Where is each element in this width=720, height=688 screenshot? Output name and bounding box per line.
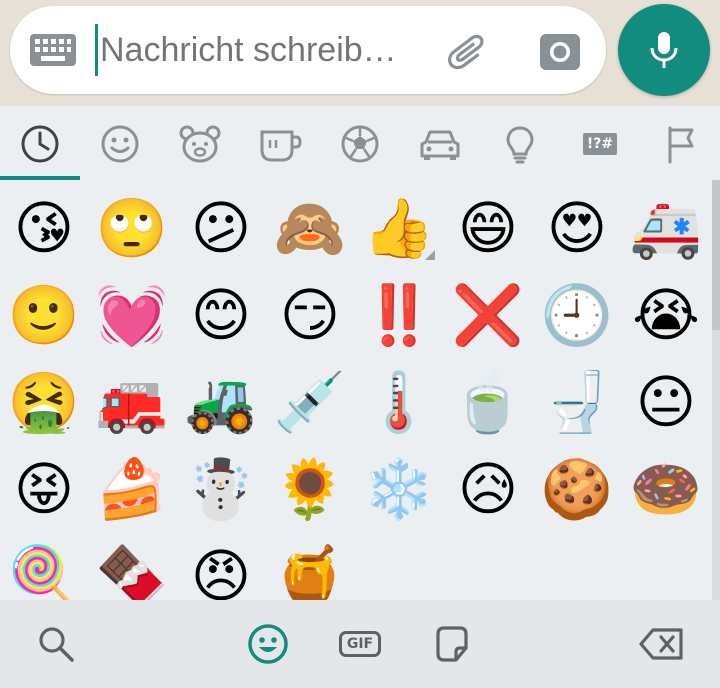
category-food-icon[interactable] bbox=[254, 118, 306, 170]
emoji-item[interactable]: 😍 bbox=[533, 184, 621, 272]
bottom-toolbar: GIF bbox=[0, 600, 720, 688]
emoji-item[interactable]: ❄️ bbox=[355, 445, 443, 533]
category-travel-icon[interactable] bbox=[414, 118, 466, 170]
emoji-item[interactable]: 😭 bbox=[622, 271, 710, 359]
emoji-item[interactable]: 🤮 bbox=[0, 358, 88, 446]
emoji-item[interactable]: 😄 bbox=[444, 184, 532, 272]
message-composer[interactable] bbox=[10, 6, 606, 94]
emoji-item[interactable]: 🕘 bbox=[533, 271, 621, 359]
emoji-item[interactable]: 😠 bbox=[177, 532, 265, 600]
emoji-item[interactable]: 💉 bbox=[266, 358, 354, 446]
emoji-item[interactable]: 🍯 bbox=[266, 532, 354, 600]
emoji-item[interactable]: 😘 bbox=[0, 184, 88, 272]
emoji-item[interactable]: ❌ bbox=[444, 271, 532, 359]
emoji-item[interactable]: 😝 bbox=[0, 445, 88, 533]
emoji-item[interactable]: 🚒 bbox=[88, 358, 176, 446]
voice-record-button[interactable] bbox=[618, 4, 710, 96]
category-flags-icon[interactable] bbox=[654, 118, 706, 170]
microphone-icon bbox=[650, 32, 678, 68]
emoji-item[interactable]: 😕 bbox=[177, 184, 265, 272]
emoji-item[interactable]: 🍪 bbox=[533, 445, 621, 533]
emoji-item[interactable]: 😥 bbox=[444, 445, 532, 533]
emoji-item[interactable]: 🍰 bbox=[88, 445, 176, 533]
emoji-item[interactable]: 💓 bbox=[88, 271, 176, 359]
backspace-icon[interactable] bbox=[638, 620, 686, 668]
emoji-item[interactable]: 😏 bbox=[266, 271, 354, 359]
emoji-item[interactable]: 🚽 bbox=[533, 358, 621, 446]
active-category-indicator bbox=[0, 176, 80, 180]
category-symbols-icon[interactable]: !?# bbox=[574, 118, 626, 170]
text-cursor bbox=[95, 24, 98, 76]
emoji-item[interactable]: 🌻 bbox=[266, 445, 354, 533]
gif-label: GIF bbox=[338, 631, 382, 657]
skin-tone-indicator bbox=[425, 250, 435, 260]
emoji-item[interactable]: 🍭 bbox=[0, 532, 88, 600]
emoji-item[interactable]: 🍫 bbox=[88, 532, 176, 600]
emoji-item[interactable]: 🚜 bbox=[177, 358, 265, 446]
emoji-icon[interactable] bbox=[244, 620, 292, 668]
category-symbols-label: !?# bbox=[582, 133, 618, 155]
message-input[interactable] bbox=[100, 22, 430, 78]
emoji-grid: 😘 🙄 😕 🙈 👍 😄 😍 🚑 🙂 💓 😊 😏 ‼️ ❌ 🕘 😭 🤮 🚒 🚜 💉 🌡️ 🍵 🚽 😐 😝 🍰 ☃️ 🌻 ❄️ 😥 🍪 🍩 🍭 🍫 😠 🍯 bbox=[0, 184, 712, 600]
scrollbar-thumb[interactable] bbox=[712, 180, 720, 330]
emoji-item[interactable]: 🚑 bbox=[622, 184, 710, 272]
search-icon[interactable] bbox=[32, 620, 80, 668]
emoji-item[interactable]: 🙄 bbox=[88, 184, 176, 272]
emoji-item[interactable]: 🙈 bbox=[266, 184, 354, 272]
keyboard-icon[interactable] bbox=[30, 34, 76, 66]
emoji-item[interactable]: 🍩 bbox=[622, 445, 710, 533]
category-objects-icon[interactable] bbox=[494, 118, 546, 170]
emoji-category-bar: !?# bbox=[0, 106, 720, 180]
emoji-item[interactable]: 🙂 bbox=[0, 271, 88, 359]
camera-icon[interactable] bbox=[538, 32, 582, 72]
emoji-item[interactable]: ☃️ bbox=[177, 445, 265, 533]
sticker-icon[interactable] bbox=[428, 620, 476, 668]
category-smileys-icon[interactable] bbox=[94, 118, 146, 170]
category-animals-icon[interactable] bbox=[174, 118, 226, 170]
emoji-item[interactable]: 😊 bbox=[177, 271, 265, 359]
emoji-item[interactable]: 🌡️ bbox=[355, 358, 443, 446]
paperclip-icon[interactable] bbox=[448, 30, 492, 74]
emoji-item[interactable]: ‼️ bbox=[355, 271, 443, 359]
emoji-item[interactable]: 😐 bbox=[622, 358, 710, 446]
category-activities-icon[interactable] bbox=[334, 118, 386, 170]
category-recent-icon[interactable] bbox=[14, 118, 66, 170]
emoji-item[interactable]: 🍵 bbox=[444, 358, 532, 446]
gif-icon[interactable]: GIF bbox=[336, 620, 384, 668]
